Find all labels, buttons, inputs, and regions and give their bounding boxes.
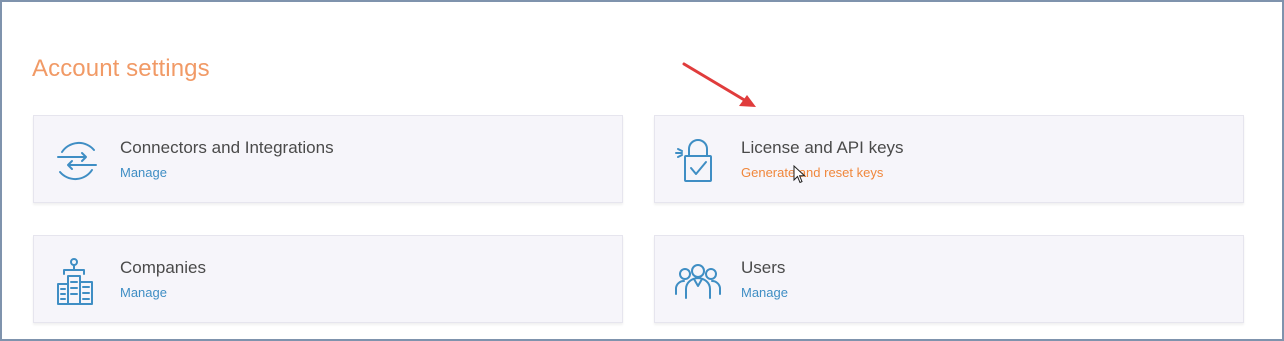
card-license-api-keys[interactable]: License and API keys Generate and reset … [654,115,1244,203]
manage-companies-link[interactable]: Manage [120,285,167,300]
card-heading: Connectors and Integrations [120,138,334,157]
manage-connectors-link[interactable]: Manage [120,165,167,180]
card-heading: License and API keys [741,138,904,157]
card-users[interactable]: Users Manage [654,235,1244,323]
connectors-arrows-icon [52,136,102,186]
manage-users-link[interactable]: Manage [741,285,788,300]
card-heading: Users [741,258,786,277]
card-companies[interactable]: Companies Manage [33,235,623,323]
users-group-icon [673,256,723,306]
card-heading: Companies [120,258,206,277]
card-connectors-integrations[interactable]: Connectors and Integrations Manage [33,115,623,203]
page-title: Account settings [32,55,210,82]
generate-reset-keys-link[interactable]: Generate and reset keys [741,165,883,180]
companies-buildings-icon [52,256,102,306]
mouse-pointer-icon [793,165,806,184]
screenshot-frame: Account settings Connectors and Integrat… [0,0,1284,341]
annotation-arrow-icon [682,62,756,107]
padlock-check-icon [673,136,723,186]
